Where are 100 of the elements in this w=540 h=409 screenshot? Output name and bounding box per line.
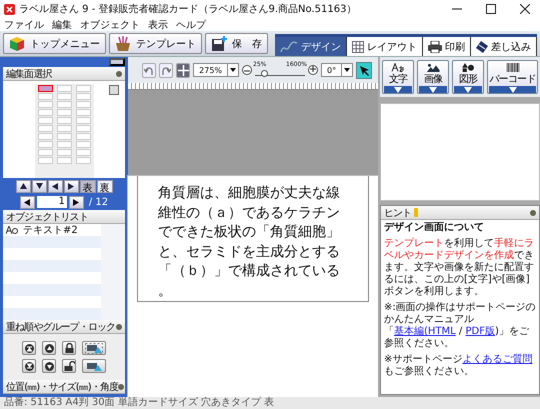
lock-icon — [64, 343, 74, 353]
help-link[interactable]: よくあるご質問 — [462, 354, 532, 365]
eraser-icon — [476, 40, 488, 52]
panel-title: オブジェクトリスト — [6, 210, 88, 224]
zoom-out-button[interactable] — [242, 65, 252, 75]
page-thumbnail[interactable] — [38, 85, 52, 92]
group-button[interactable] — [82, 341, 106, 355]
up-arrow-button[interactable] — [16, 180, 30, 192]
page-thumbnail[interactable] — [56, 117, 72, 124]
page-thumbnail[interactable] — [76, 149, 90, 156]
page-thumbnail[interactable] — [56, 85, 72, 92]
unlock-icon — [64, 361, 74, 371]
page-thumbnail[interactable] — [56, 141, 72, 148]
side-toggle[interactable]: 表 — [80, 180, 96, 192]
mode-tab[interactable]: 印刷 — [423, 37, 471, 56]
page-thumbnail[interactable] — [38, 117, 52, 124]
mode-tab[interactable]: デザイン — [275, 37, 347, 56]
lock-button[interactable] — [62, 341, 76, 355]
collapse-dot-icon[interactable] — [116, 324, 122, 330]
object-list-item[interactable]: テキスト#2 — [3, 224, 101, 236]
caret-icon — [508, 86, 516, 93]
caret-icon — [230, 68, 236, 72]
object-name: テキスト#2 — [23, 224, 78, 237]
zoom-in-button[interactable] — [308, 65, 318, 75]
side-toggle[interactable]: 裏 — [96, 180, 112, 192]
pointer-tool-button[interactable] — [356, 62, 372, 78]
text-object-icon — [6, 226, 18, 234]
zoom-dropdown[interactable]: 275% — [193, 63, 240, 77]
help-link[interactable]: 基本編(HTML — [394, 326, 456, 337]
page-thumbnail[interactable] — [38, 149, 52, 156]
page-thumbnail[interactable] — [76, 93, 90, 100]
page-thumbnail[interactable] — [38, 109, 52, 116]
undo-button[interactable] — [142, 62, 156, 78]
page-thumbnail[interactable] — [38, 125, 52, 132]
page-thumbnail[interactable] — [76, 141, 90, 148]
collapse-dot-icon[interactable] — [116, 70, 122, 76]
bring-to-front-button[interactable] — [22, 341, 36, 355]
rotation-dropdown[interactable]: 0° — [321, 63, 354, 77]
mode-tab[interactable]: 差し込み — [471, 37, 537, 56]
zoom-slider[interactable] — [255, 68, 306, 76]
add-object-button[interactable]: 図形 — [452, 60, 484, 94]
send-backward-button[interactable] — [42, 359, 56, 373]
page-thumbnail[interactable] — [38, 93, 52, 100]
hint-text: ※:画面の操作はサポートページのかんたんマニュアル「基本編(HTML / PDF版)」をご参照ください。 — [384, 302, 536, 350]
page-thumbnail[interactable] — [38, 141, 52, 148]
page-thumbnail[interactable] — [56, 149, 72, 156]
previous-page-button[interactable] — [20, 196, 35, 208]
page-field[interactable]: 1 — [36, 196, 67, 208]
ungroup-icon — [85, 360, 103, 372]
page-thumbnail[interactable] — [56, 109, 72, 116]
ungroup-button[interactable] — [82, 359, 106, 373]
cross-arrows-icon — [178, 64, 189, 76]
caret-icon — [394, 86, 402, 93]
bring-to-front-icon — [24, 344, 34, 352]
bring-forward-button[interactable] — [42, 341, 56, 355]
page-thumbnail[interactable] — [76, 133, 90, 140]
expand-dot-icon[interactable] — [118, 384, 124, 390]
page-thumbnail[interactable] — [76, 157, 90, 164]
page-thumbnail[interactable] — [76, 85, 90, 92]
menu-item[interactable]: オブジェクト — [80, 18, 140, 32]
cube-icon — [9, 36, 25, 52]
fit-to-page-button[interactable] — [176, 62, 190, 78]
page-thumbnail[interactable] — [76, 125, 90, 132]
page-thumbnail[interactable] — [38, 133, 52, 140]
add-object-button[interactable]: バーコード — [487, 60, 538, 94]
minus-icon — [244, 70, 250, 72]
page-thumbnail[interactable] — [38, 101, 52, 108]
page-thumbnail[interactable] — [56, 125, 72, 132]
page-thumbnail[interactable] — [76, 109, 90, 116]
page-thumbnail[interactable] — [56, 157, 72, 164]
page-thumbnail[interactable] — [56, 133, 72, 140]
toolbar-button[interactable]: 保 存 — [205, 33, 268, 54]
menu-item[interactable]: 編集 — [52, 18, 72, 32]
window-title: ラベル屋さん 9 - 登録販売者確認カード（ラベル屋さん9.商品No.51163） — [19, 2, 358, 16]
help-link[interactable]: PDF版 — [465, 326, 495, 337]
toolbar-button[interactable]: トップメニュー — [3, 33, 106, 54]
slider-thumb[interactable] — [261, 70, 268, 77]
menu-item[interactable]: ヘルプ — [176, 18, 206, 32]
page-thumbnail[interactable] — [76, 117, 90, 124]
add-object-button[interactable]: 画像 — [417, 60, 449, 94]
add-object-button[interactable]: 文字 — [382, 60, 414, 94]
collapse-dot-icon[interactable] — [530, 210, 536, 216]
magnifier-button[interactable] — [109, 85, 119, 95]
page-thumbnail[interactable] — [56, 101, 72, 108]
collapse-button[interactable] — [109, 58, 125, 66]
toolbar-button[interactable]: テンプレート — [109, 33, 202, 54]
send-to-back-button[interactable] — [22, 359, 36, 373]
left-arrow-button[interactable] — [48, 180, 62, 192]
page-thumbnail[interactable] — [38, 157, 52, 164]
group-icon — [85, 342, 103, 354]
mode-tab[interactable]: レイアウト — [347, 37, 423, 56]
down-arrow-button[interactable] — [32, 180, 46, 192]
menu-item[interactable]: 表示 — [148, 18, 168, 32]
page-thumbnail[interactable] — [56, 93, 72, 100]
next-page-button[interactable] — [68, 196, 84, 208]
menu-item[interactable]: ファイル — [4, 18, 44, 32]
right-arrow-button[interactable] — [64, 180, 78, 192]
page-thumbnail[interactable] — [76, 101, 90, 108]
unlock-button[interactable] — [62, 359, 76, 373]
redo-button[interactable] — [159, 62, 174, 78]
